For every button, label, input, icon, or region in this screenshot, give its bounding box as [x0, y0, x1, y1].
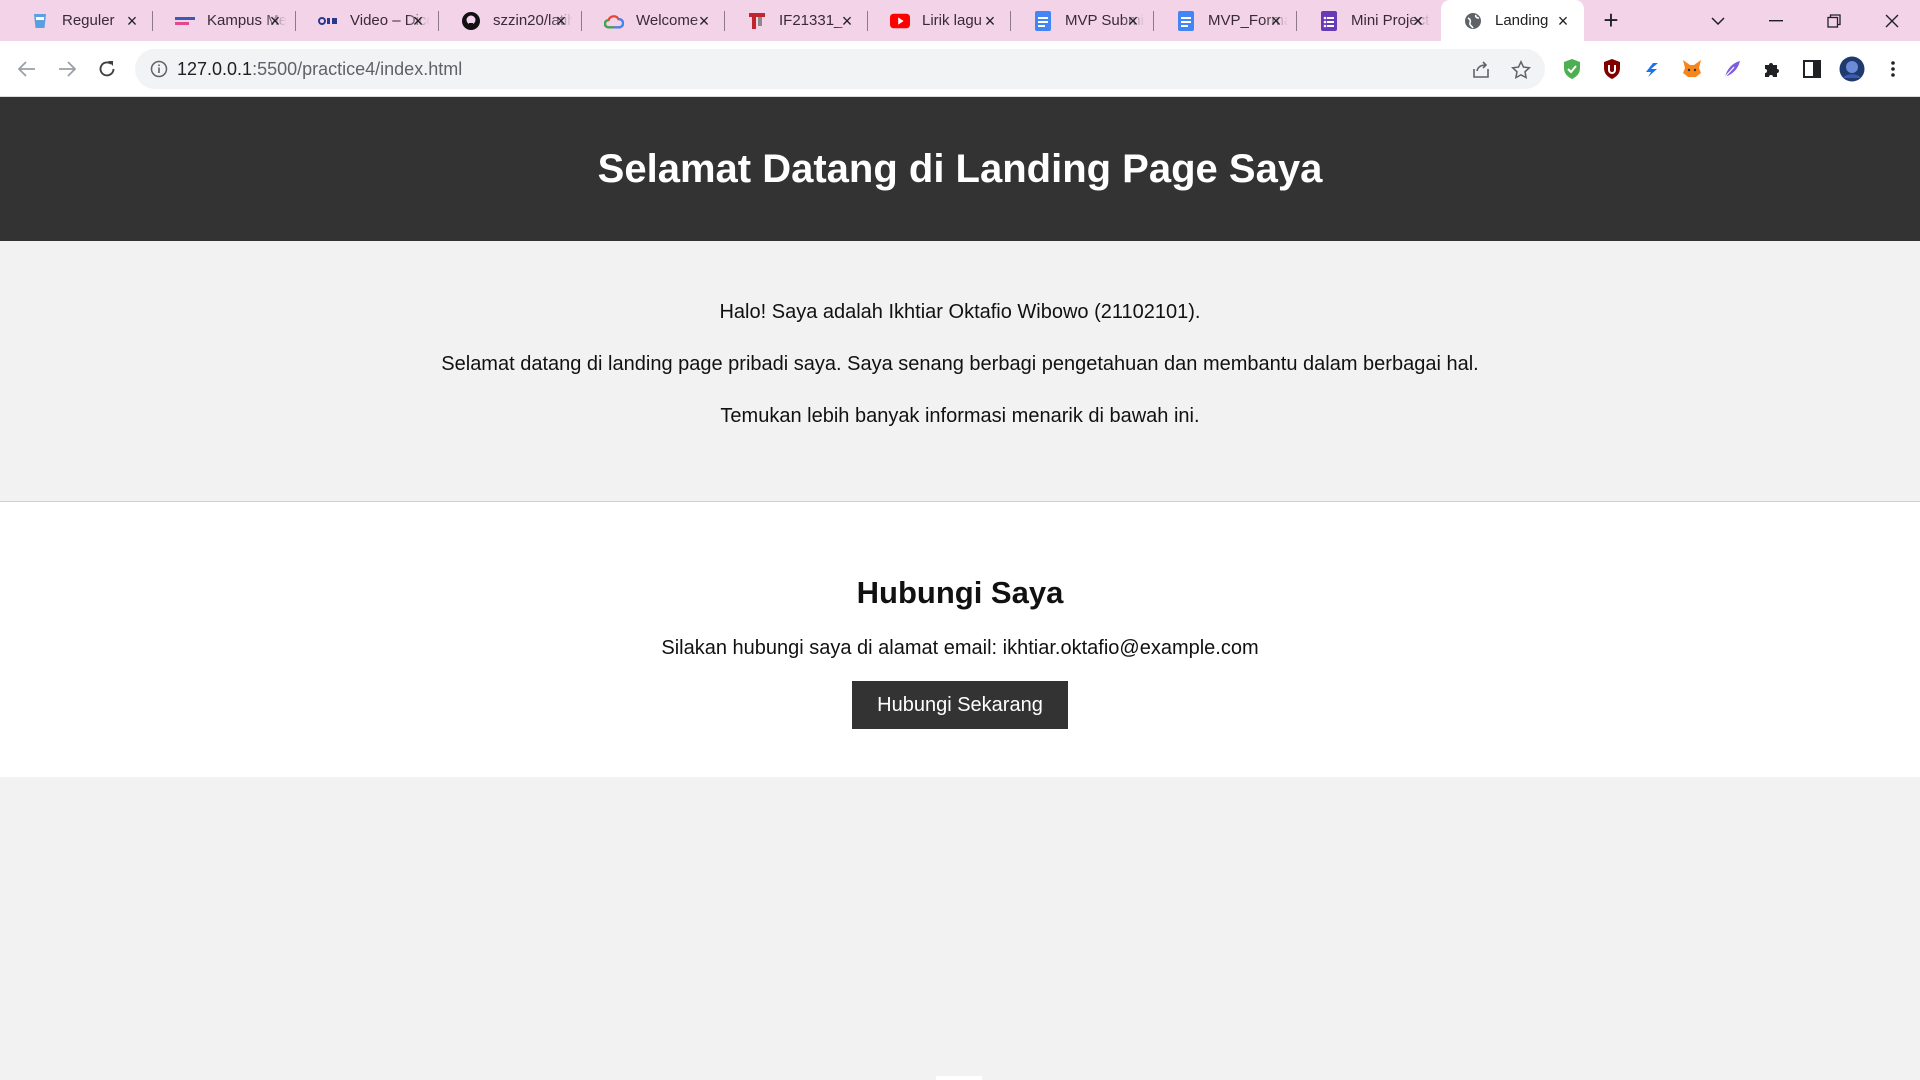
menu-kebab-icon[interactable] [1880, 56, 1906, 82]
share-icon[interactable] [1470, 59, 1492, 81]
side-panel-icon[interactable] [1799, 56, 1825, 82]
tab-github[interactable]: szzin20/latihan × [439, 0, 582, 41]
close-icon[interactable]: × [981, 12, 999, 30]
info-icon[interactable] [149, 59, 169, 79]
tab-reguler[interactable]: Reguler × [8, 0, 153, 41]
one-logo-icon [318, 11, 338, 31]
tab-welcome[interactable]: Welcome × [582, 0, 725, 41]
cup-icon [30, 11, 50, 31]
close-icon[interactable]: × [695, 12, 713, 30]
google-docs-icon [1176, 10, 1196, 31]
new-tab-button[interactable]: + [1596, 6, 1626, 36]
chevron-down-icon [1711, 16, 1725, 25]
close-icon[interactable]: × [1267, 12, 1285, 30]
forward-button[interactable] [51, 53, 83, 85]
tab-mvp-format[interactable]: MVP_Format × [1154, 0, 1297, 41]
url-path: :5500/practice4/index.html [252, 59, 463, 79]
close-icon[interactable]: × [1554, 12, 1572, 30]
close-icon[interactable]: × [409, 12, 427, 30]
tab-search-button[interactable] [1690, 0, 1746, 41]
close-icon [1885, 14, 1899, 27]
intro-section: Halo! Saya adalah Ikhtiar Oktafio Wibowo… [0, 241, 1920, 502]
scroll-indicator [936, 1076, 982, 1080]
tab-mvp-submission[interactable]: MVP Submission × [1011, 0, 1154, 41]
bolt-extension-icon[interactable] [1639, 56, 1665, 82]
close-icon[interactable]: × [838, 12, 856, 30]
metamask-fox-icon[interactable] [1679, 56, 1705, 82]
reload-icon [99, 61, 115, 77]
profile-avatar[interactable] [1839, 56, 1865, 82]
page-title: Selamat Datang di Landing Page Saya [597, 146, 1323, 191]
close-icon[interactable]: × [552, 12, 570, 30]
close-icon[interactable]: × [1409, 12, 1427, 30]
url-text[interactable]: 127.0.0.1:5500/practice4/index.html [177, 59, 462, 80]
close-icon[interactable]: × [266, 12, 284, 30]
restore-icon [1827, 13, 1841, 28]
browser-toolbar: 127.0.0.1:5500/practice4/index.html [0, 41, 1920, 97]
github-icon [461, 11, 481, 31]
arrow-left-icon [18, 61, 35, 77]
reload-button[interactable] [91, 53, 123, 85]
minimize-icon [1769, 19, 1783, 21]
tab-landing-active[interactable]: Landing × [1441, 0, 1584, 41]
close-window-button[interactable] [1864, 0, 1920, 41]
minimize-button[interactable] [1748, 0, 1804, 41]
bookmark-star-icon[interactable] [1510, 59, 1532, 81]
url-host: 127.0.0.1 [177, 59, 253, 79]
intro-greeting: Halo! Saya adalah Ikhtiar Oktafio Wibowo… [719, 301, 1201, 323]
tab-video[interactable]: Video – Dicoding × [296, 0, 439, 41]
kampus-logo-icon [175, 11, 195, 31]
page-viewport: Selamat Datang di Landing Page Saya Halo… [0, 97, 1920, 1080]
youtube-icon [890, 11, 910, 31]
address-bar[interactable]: 127.0.0.1:5500/practice4/index.html [135, 49, 1545, 89]
close-icon[interactable]: × [123, 12, 141, 30]
google-cloud-icon [604, 11, 624, 31]
page-header: Selamat Datang di Landing Page Saya [0, 97, 1920, 241]
contact-now-button[interactable]: Hubungi Sekarang [852, 681, 1068, 729]
quill-extension-icon[interactable] [1719, 56, 1745, 82]
tab-mini-project[interactable]: Mini Project × [1297, 0, 1439, 41]
intro-more-info: Temukan lebih banyak informasi menarik d… [720, 405, 1200, 427]
adguard-shield-icon[interactable] [1559, 56, 1585, 82]
google-docs-icon [1033, 10, 1053, 31]
back-button[interactable] [11, 53, 43, 85]
close-icon[interactable]: × [1124, 12, 1142, 30]
tab-strip: Reguler × Kampus Merdeka × Video – Dicod… [0, 0, 1920, 41]
globe-icon [1463, 11, 1483, 31]
tab-kampus[interactable]: Kampus Merdeka × [153, 0, 296, 41]
arrow-right-icon [59, 61, 76, 77]
restore-button[interactable] [1806, 0, 1862, 41]
google-forms-icon [1319, 10, 1339, 31]
puzzle-extensions-icon[interactable] [1759, 56, 1785, 82]
tab-if21331[interactable]: IF21331_ × [725, 0, 868, 41]
intro-welcome: Selamat datang di landing page pribadi s… [441, 353, 1479, 375]
ublock-icon[interactable] [1599, 56, 1625, 82]
contact-section: Hubungi Saya Silakan hubungi saya di ala… [0, 502, 1920, 777]
telkom-logo-icon [747, 11, 767, 31]
contact-email-text: Silakan hubungi saya di alamat email: ik… [661, 637, 1259, 659]
tab-lirik[interactable]: Lirik lagu × [868, 0, 1011, 41]
contact-heading: Hubungi Saya [856, 575, 1064, 610]
